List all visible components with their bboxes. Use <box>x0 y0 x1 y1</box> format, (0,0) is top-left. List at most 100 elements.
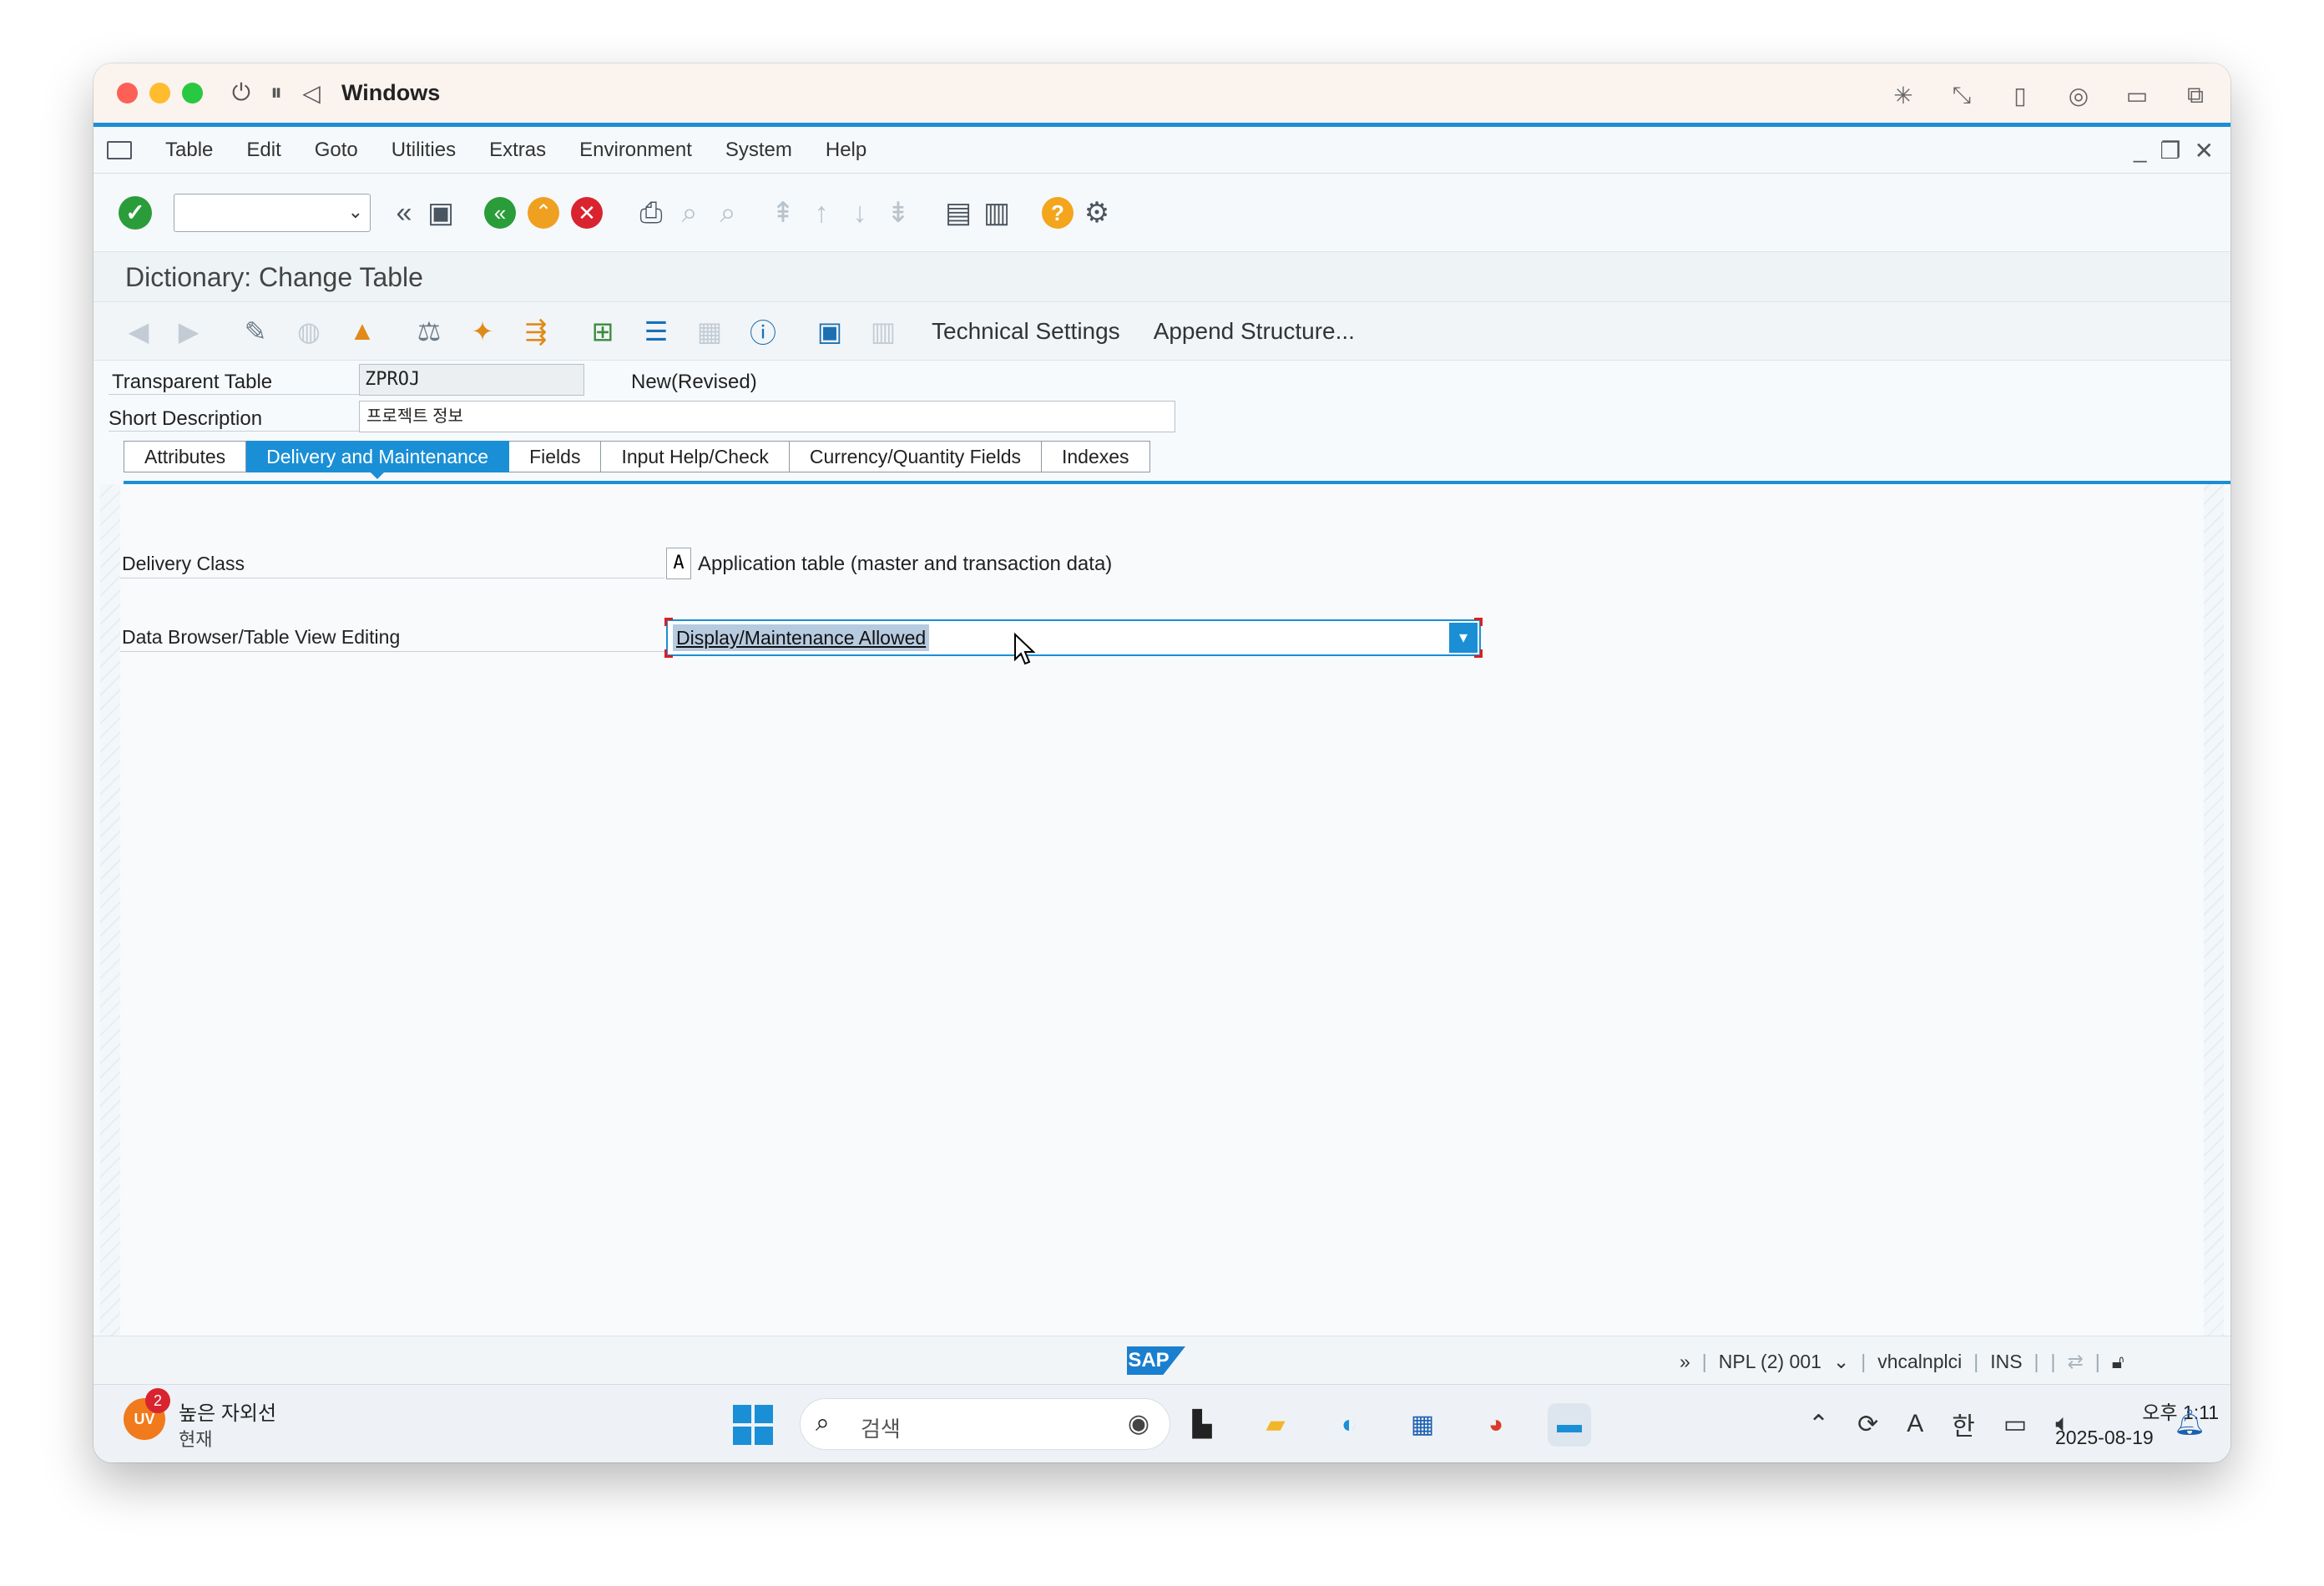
menu-help[interactable]: Help <box>826 139 866 162</box>
zoom-window-button[interactable] <box>182 83 203 104</box>
back-button[interactable]: « <box>484 196 516 229</box>
network-icon[interactable]: ▭ <box>2003 1410 2027 1439</box>
task-view-icon[interactable]: ▙ <box>1180 1403 1224 1447</box>
minimize-window-button[interactable] <box>149 83 170 104</box>
menu-table[interactable]: Table <box>165 139 213 162</box>
expand-icon[interactable]: » <box>1680 1351 1690 1373</box>
tab-delivery-and-maintenance[interactable]: Delivery and Maintenance <box>246 441 510 479</box>
shortcut-icon[interactable]: ▥ <box>982 196 1012 230</box>
lock-icon[interactable]: 🔓︎ <box>2112 1351 2124 1373</box>
table-name-field[interactable]: ZPROJ <box>359 364 584 396</box>
mouse-cursor-icon <box>1014 633 1036 665</box>
menu-environment[interactable]: Environment <box>579 139 692 162</box>
store-icon[interactable]: ▦ <box>1401 1403 1444 1447</box>
menu-system[interactable]: System <box>725 139 792 162</box>
data-browser-value: Display/Maintenance Allowed <box>673 624 930 651</box>
arrow-left-icon[interactable]: ◀ <box>124 316 154 347</box>
find-next-icon[interactable]: ⌕ <box>713 196 743 230</box>
system-info[interactable]: NPL (2) 001 <box>1719 1351 1821 1373</box>
previous-page-icon[interactable]: ↑ <box>806 196 836 230</box>
tab-currency-quantity-fields[interactable]: Currency/Quantity Fields <box>789 441 1042 472</box>
disc-icon[interactable]: ◎ <box>2064 82 2094 109</box>
technical-settings-button[interactable]: Technical Settings <box>932 318 1120 345</box>
check-icon[interactable]: ▲ <box>347 316 377 346</box>
file-explorer-icon[interactable]: ▰ <box>1254 1403 1297 1447</box>
new-session-icon[interactable]: ▤ <box>943 196 973 230</box>
chevron-up-icon[interactable]: ⌃ <box>1808 1410 1829 1439</box>
graphic-icon[interactable]: ▣ <box>815 316 845 347</box>
tab-attributes[interactable]: Attributes <box>124 441 247 472</box>
tab-input-help-check[interactable]: Input Help/Check <box>601 441 790 472</box>
gear-icon[interactable]: ⚙ <box>1082 196 1112 230</box>
usb-icon[interactable]: ▯ <box>2005 82 2035 109</box>
info-icon[interactable]: ⓘ <box>748 312 778 351</box>
chevron-down-icon[interactable]: ⌄ <box>348 201 363 223</box>
enter-button[interactable]: ✓ <box>119 195 152 230</box>
power-icon[interactable]: ⏻ <box>226 79 256 107</box>
first-page-icon[interactable]: ⇞ <box>768 196 798 230</box>
chrome-icon[interactable]: ◕ <box>1474 1403 1518 1447</box>
save-icon[interactable]: ▣ <box>426 196 456 230</box>
activate-icon[interactable]: ⚖ <box>414 316 444 347</box>
edge-browser-icon[interactable]: ◐ <box>1327 1403 1371 1447</box>
hierarchy-icon[interactable]: ⊞ <box>588 316 618 347</box>
contents-icon[interactable]: ▥ <box>868 316 898 347</box>
menu-extras[interactable]: Extras <box>489 139 546 162</box>
windows-icon[interactable]: ⧉ <box>2180 82 2210 109</box>
font-icon[interactable]: A <box>1907 1410 1923 1438</box>
start-button[interactable] <box>733 1405 773 1445</box>
clock-date[interactable]: 2025-08-19 <box>2055 1427 2154 1449</box>
chevron-down-icon[interactable]: ⌄ <box>1833 1351 1849 1373</box>
display-change-icon[interactable]: ✎ <box>240 316 270 347</box>
where-used-icon[interactable]: ⇶ <box>521 316 551 347</box>
transfer-icon[interactable]: ⇄ <box>2068 1351 2084 1373</box>
magic-wand-icon[interactable]: ✦ <box>467 316 498 347</box>
close-icon[interactable]: ✕ <box>2195 137 2214 164</box>
system-tray: ⌃ ⟳ A 한 ▭ 🔈︎ <box>1808 1385 2070 1462</box>
menu-edit[interactable]: Edit <box>246 139 280 162</box>
taskbar-search[interactable]: ⌕ 검색 ◉ <box>800 1398 1170 1450</box>
sap-logon-icon[interactable]: ▬ <box>1548 1403 1591 1447</box>
help-button[interactable]: ? <box>1042 196 1074 229</box>
brightness-icon[interactable]: ✳ <box>1888 82 1918 109</box>
minimize-icon[interactable]: _ <box>2134 137 2147 164</box>
separator: | <box>1701 1350 1707 1372</box>
sync-icon[interactable]: ⟳ <box>1857 1410 1878 1439</box>
object-list-icon[interactable]: ☰ <box>641 316 671 347</box>
exit-button[interactable]: ⌃ <box>528 196 559 229</box>
menu-icon[interactable] <box>107 140 132 159</box>
menu-utilities[interactable]: Utilities <box>392 139 456 162</box>
next-page-icon[interactable]: ↓ <box>845 196 875 230</box>
last-page-icon[interactable]: ⇟ <box>883 196 913 230</box>
menu-goto[interactable]: Goto <box>315 139 358 162</box>
input-mode[interactable]: INS <box>1990 1351 2022 1373</box>
resize-icon[interactable]: ⤡ <box>1947 82 1977 109</box>
cancel-button[interactable]: ✕ <box>571 196 603 229</box>
search-placeholder: 검색 <box>861 1417 901 1442</box>
command-field[interactable]: ⌄ <box>174 193 371 232</box>
arrow-right-icon[interactable]: ▶ <box>174 316 204 347</box>
other-object-icon[interactable]: ◍ <box>294 316 324 347</box>
find-icon[interactable]: ⌕ <box>674 196 705 230</box>
append-structure-button[interactable]: Append Structure... <box>1154 318 1355 345</box>
data-browser-select[interactable]: Display/Maintenance Allowed ▾ <box>664 618 1483 658</box>
ime-indicator[interactable]: 한 <box>1952 1406 1975 1442</box>
close-window-button[interactable] <box>117 83 138 104</box>
short-description-field[interactable]: 프로젝트 정보 <box>359 401 1175 432</box>
tab-fields[interactable]: Fields <box>509 441 602 472</box>
traffic-lights <box>117 83 203 104</box>
bell-icon[interactable]: 🔔︎ <box>2174 1408 2205 1437</box>
table-view-icon[interactable]: ▦ <box>695 316 725 347</box>
collapse-icon[interactable]: « <box>389 196 419 230</box>
weather-title[interactable]: 높은 자외선 <box>179 1397 276 1426</box>
print-icon[interactable]: ⎙ <box>636 196 666 230</box>
restore-icon[interactable]: ❐ <box>2160 137 2180 164</box>
folder-icon[interactable]: ▭ <box>2122 82 2152 109</box>
tab-indexes[interactable]: Indexes <box>1041 441 1150 472</box>
chevron-down-icon[interactable]: ▾ <box>1449 623 1478 653</box>
pause-icon[interactable]: ⏸ <box>261 79 291 107</box>
status-info: » | NPL (2) 001 ⌄ | vhcalnplci | INS | |… <box>1680 1336 2124 1386</box>
delivery-class-field[interactable]: A <box>666 548 691 579</box>
notification-badge: 2 <box>145 1388 170 1413</box>
back-icon[interactable]: ◁ <box>296 79 326 107</box>
